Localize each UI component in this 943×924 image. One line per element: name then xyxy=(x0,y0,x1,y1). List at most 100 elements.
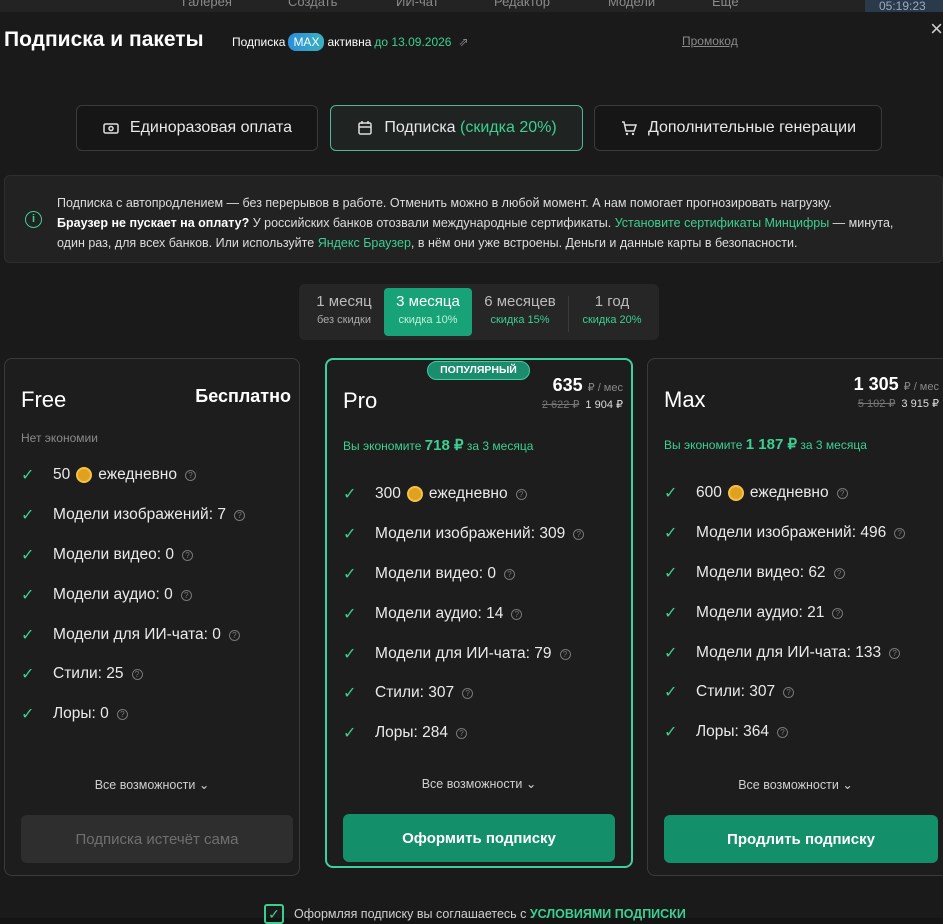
check-icon: ✓ xyxy=(343,486,357,503)
tab-extra-label: Дополнительные генерации xyxy=(647,119,857,136)
help-icon[interactable]: ? xyxy=(181,549,193,561)
coin-icon xyxy=(406,486,423,502)
period-label: 1 год xyxy=(594,293,630,310)
help-icon[interactable]: ? xyxy=(228,629,240,641)
feature-text: Лоры: 364 xyxy=(696,723,770,740)
check-icon: ✓ xyxy=(21,507,35,524)
feature-text: Стили: 307 xyxy=(696,683,776,700)
period-1-year[interactable]: 1 год скидка 20% xyxy=(570,288,654,336)
external-link-icon[interactable]: ⇗ xyxy=(458,35,468,49)
help-icon[interactable]: ? xyxy=(573,528,585,540)
chevron-down-icon: ⌄ xyxy=(198,778,210,792)
help-icon[interactable]: ? xyxy=(836,487,848,499)
feature-text: 50 xyxy=(53,466,71,483)
nav-gallery[interactable]: Галерея xyxy=(182,0,232,9)
all-features-label: Все возможности xyxy=(94,778,196,792)
feature-daily: ежедневно xyxy=(749,484,829,501)
feature-daily-credits: ✓ 50 ежедневно? xyxy=(21,465,196,485)
plan-name: Pro xyxy=(343,388,378,413)
feature-text: Модели видео: 0 xyxy=(375,565,496,582)
tab-subscription[interactable]: Подписка (скидка 20%) xyxy=(330,105,583,151)
feature-loras: ✓ Лоры: 284? xyxy=(343,723,468,743)
chevron-down-icon: ⌄ xyxy=(525,777,537,791)
terms-link[interactable]: УСЛОВИЯМИ ПОДПИСКИ xyxy=(530,907,686,921)
tab-extra-generations[interactable]: Дополнительные генерации xyxy=(594,105,882,151)
check-icon: ✓ xyxy=(21,627,35,644)
help-icon[interactable]: ? xyxy=(131,668,143,680)
help-icon[interactable]: ? xyxy=(456,727,468,739)
help-icon[interactable]: ? xyxy=(889,647,901,659)
plan-savings: Вы экономите 718 ₽ за 3 месяца xyxy=(343,436,533,454)
feature-daily: ежедневно xyxy=(98,466,177,483)
help-icon[interactable]: ? xyxy=(833,567,845,579)
nav-editor[interactable]: Редактор xyxy=(494,0,550,9)
check-icon: ✓ xyxy=(664,565,678,582)
close-icon[interactable]: × xyxy=(930,16,943,42)
status-active: активна xyxy=(327,35,372,49)
help-icon[interactable]: ? xyxy=(559,648,571,660)
help-icon[interactable]: ? xyxy=(894,527,906,539)
help-icon[interactable]: ? xyxy=(503,568,515,580)
help-icon[interactable]: ? xyxy=(184,469,196,481)
plan-card-max: Max 1 305 ₽ / мес 5 102 ₽ 3 915 ₽ Вы экон… xyxy=(647,358,943,876)
all-features-toggle[interactable]: Все возможности ⌄ xyxy=(327,776,631,791)
nav-more[interactable]: Ещё xyxy=(712,0,739,9)
price-value: 1 305 xyxy=(853,374,899,394)
tab-one-time[interactable]: Единоразовая оплата xyxy=(76,105,318,151)
help-icon[interactable]: ? xyxy=(832,607,844,619)
plan-name: Free xyxy=(21,387,67,412)
feature-styles: ✓ Стили: 25? xyxy=(21,664,143,684)
all-features-toggle[interactable]: Все возможности ⌄ xyxy=(5,777,299,792)
status-until: до 13.09.2026 xyxy=(374,35,452,49)
feature-text: Модели изображений: 7 xyxy=(53,506,226,523)
info-icon: i xyxy=(25,211,42,228)
feature-daily: ежедневно xyxy=(428,485,508,502)
terms-text: Оформляя подписку вы соглашаетесь с xyxy=(294,907,527,921)
price-per: ₽ / мес xyxy=(903,381,939,393)
period-selector: 1 месяц без скидки 3 месяца скидка 10% 6… xyxy=(299,284,659,340)
feature-text: Модели изображений: 309 xyxy=(375,525,566,542)
help-icon[interactable]: ? xyxy=(180,589,192,601)
tab-one-time-label: Единоразовая оплата xyxy=(129,119,293,136)
feature-text: Модели изображений: 496 xyxy=(696,524,887,541)
period-3-months[interactable]: 3 месяца скидка 10% xyxy=(384,288,472,336)
feature-chat-models: ✓ Модели для ИИ-чата: 79? xyxy=(343,644,571,664)
nav-ai-chat[interactable]: ИИ-чат xyxy=(396,0,439,9)
coin-icon xyxy=(727,485,744,501)
feature-audio-models: ✓ Модели аудио: 0? xyxy=(21,585,192,605)
help-icon[interactable]: ? xyxy=(511,608,523,620)
nav-create[interactable]: Создать xyxy=(288,0,337,9)
all-features-label: Все возможности xyxy=(421,777,523,791)
feature-text: Модели для ИИ-чата: 133 xyxy=(696,644,882,661)
check-icon: ✓ xyxy=(343,646,357,663)
price-per: ₽ / мес xyxy=(587,382,623,394)
new-price: 1 904 ₽ xyxy=(585,399,623,411)
clock: 05:19:23 xyxy=(865,0,943,12)
check-icon: ✓ xyxy=(343,685,357,702)
subscribe-button[interactable]: Оформить подписку xyxy=(343,814,615,862)
period-1-month[interactable]: 1 месяц без скидки xyxy=(303,288,385,336)
period-6-months[interactable]: 6 месяцев скидка 15% xyxy=(473,288,567,336)
help-icon[interactable]: ? xyxy=(777,726,789,738)
help-icon[interactable]: ? xyxy=(462,687,474,699)
tab-subscription-label: Подписка xyxy=(384,119,456,136)
plan-price: Бесплатно xyxy=(195,386,291,406)
save-prefix: Вы экономите xyxy=(664,438,743,452)
notice-line3a: один раз, для всех банков. Или используй… xyxy=(57,236,315,250)
help-icon[interactable]: ? xyxy=(783,686,795,698)
plan-savings: Нет экономии xyxy=(21,431,98,445)
feature-text: Стили: 307 xyxy=(375,684,455,701)
notice-line2a: У российских банков отозвали международн… xyxy=(249,216,612,230)
help-icon[interactable]: ? xyxy=(515,488,527,500)
certificates-link[interactable]: Установите сертификаты Минцифры xyxy=(615,216,830,230)
help-icon[interactable]: ? xyxy=(116,708,128,720)
renew-button[interactable]: Продлить подписку xyxy=(664,815,938,863)
nav-models[interactable]: Модели xyxy=(608,0,655,9)
all-features-toggle[interactable]: Все возможности ⌄ xyxy=(648,777,943,792)
yandex-browser-link[interactable]: Яндекс Браузер xyxy=(318,236,411,250)
feature-image-models: ✓ Модели изображений: 496? xyxy=(664,523,906,543)
terms-checkbox[interactable]: ✓ xyxy=(264,904,284,924)
help-icon[interactable]: ? xyxy=(233,509,245,521)
check-icon: ✓ xyxy=(664,605,678,622)
promo-link[interactable]: Промокод xyxy=(682,34,738,48)
